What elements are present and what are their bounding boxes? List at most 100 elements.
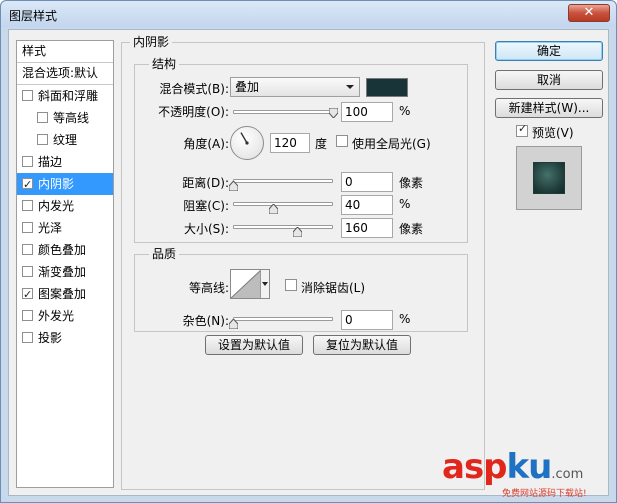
style-list: 样式 混合选项:默认 斜面和浮雕等高线纹理描边内阴影内发光光泽颜色叠加渐变叠加图… [16, 40, 114, 488]
style-item-checkbox[interactable] [22, 284, 33, 306]
style-item-checkbox[interactable] [22, 174, 33, 196]
style-item-checkbox[interactable] [22, 244, 33, 255]
blend-mode-select[interactable]: 叠加 [230, 77, 360, 97]
opacity-input[interactable]: 100 [341, 102, 393, 122]
blend-mode-value: 叠加 [235, 80, 260, 94]
style-item[interactable]: 内发光 [17, 195, 113, 217]
size-slider-handle[interactable] [292, 227, 302, 237]
style-item-checkbox[interactable] [37, 134, 48, 145]
choke-input[interactable]: 40 [341, 195, 393, 215]
choke-slider-handle[interactable] [268, 204, 278, 214]
style-item[interactable]: 内阴影 [17, 173, 113, 196]
opacity-unit: % [399, 104, 411, 118]
choke-unit: % [399, 197, 411, 211]
style-item-label: 外发光 [38, 309, 75, 323]
choke-label: 阻塞(C): [183, 199, 229, 213]
style-item[interactable]: 图案叠加 [17, 283, 113, 306]
ok-button[interactable]: 确定 [495, 41, 603, 61]
angle-label: 角度(A): [183, 137, 229, 151]
dialog-body: 样式 混合选项:默认 斜面和浮雕等高线纹理描边内阴影内发光光泽颜色叠加渐变叠加图… [8, 29, 609, 496]
preview-label: 预览(V) [532, 126, 574, 140]
window-title: 图层样式 [9, 9, 58, 23]
chevron-down-icon [346, 85, 354, 89]
noise-unit: % [399, 312, 411, 326]
style-item-checkbox[interactable] [22, 310, 33, 321]
inner-shadow-title: 内阴影 [130, 35, 173, 49]
global-light-checkbox[interactable] [336, 135, 348, 147]
blend-mode-label: 混合模式(B): [159, 82, 229, 96]
layer-style-dialog: 图层样式 ✕ 样式 混合选项:默认 斜面和浮雕等高线纹理描边内阴影内发光光泽颜色… [0, 0, 617, 503]
style-item-checkbox[interactable] [37, 112, 48, 123]
blending-options-item[interactable]: 混合选项:默认 [17, 63, 113, 85]
close-button[interactable]: ✕ [568, 4, 610, 22]
style-item-label: 描边 [38, 155, 63, 169]
make-default-button[interactable]: 设置为默认值 [205, 335, 303, 355]
distance-slider-track[interactable] [233, 179, 333, 183]
style-item[interactable]: 纹理 [17, 129, 113, 151]
style-item-label: 纹理 [53, 133, 78, 147]
style-item-checkbox[interactable] [22, 332, 33, 343]
angle-input[interactable]: 120 [270, 133, 310, 153]
style-item-checkbox[interactable] [22, 156, 33, 167]
style-preview [516, 146, 582, 210]
shadow-color-swatch[interactable] [366, 78, 408, 97]
new-style-button[interactable]: 新建样式(W)... [495, 98, 603, 118]
noise-label: 杂色(N): [182, 314, 229, 328]
contour-dropdown[interactable] [260, 270, 269, 298]
quality-group: 品质 等高线: 消除锯齿(L) 杂色(N): 0 % [134, 247, 468, 332]
style-items: 斜面和浮雕等高线纹理描边内阴影内发光光泽颜色叠加渐变叠加图案叠加外发光投影 [17, 85, 113, 349]
noise-slider-handle[interactable] [228, 319, 238, 329]
cancel-button[interactable]: 取消 [495, 70, 603, 90]
structure-title: 结构 [149, 57, 180, 71]
style-item-checkbox[interactable] [22, 200, 33, 211]
style-item[interactable]: 斜面和浮雕 [17, 85, 113, 107]
title-bar[interactable]: 图层样式 ✕ [1, 1, 616, 27]
angle-unit: 度 [315, 137, 328, 151]
style-item-label: 斜面和浮雕 [38, 89, 99, 103]
noise-input[interactable]: 0 [341, 310, 393, 330]
style-item[interactable]: 颜色叠加 [17, 239, 113, 261]
chevron-down-icon [262, 282, 268, 286]
preview-thumbnail [533, 162, 565, 194]
style-item[interactable]: 等高线 [17, 107, 113, 129]
styles-header[interactable]: 样式 [17, 41, 113, 63]
size-slider-track[interactable] [233, 225, 333, 229]
style-item[interactable]: 渐变叠加 [17, 261, 113, 283]
quality-title: 品质 [149, 247, 180, 261]
noise-slider-track[interactable] [233, 317, 333, 321]
size-input[interactable]: 160 [341, 218, 393, 238]
distance-unit: 像素 [399, 176, 424, 190]
opacity-slider-track[interactable] [233, 110, 333, 114]
style-item[interactable]: 外发光 [17, 305, 113, 327]
reset-default-button[interactable]: 复位为默认值 [313, 335, 411, 355]
style-item[interactable]: 投影 [17, 327, 113, 349]
style-item-checkbox[interactable] [22, 90, 33, 101]
contour-picker[interactable] [230, 269, 270, 299]
style-item-label: 渐变叠加 [38, 265, 87, 279]
distance-slider-handle[interactable] [228, 181, 238, 191]
anti-alias-label: 消除锯齿(L) [301, 281, 366, 295]
size-unit: 像素 [399, 222, 424, 236]
style-item-label: 颜色叠加 [38, 243, 87, 257]
size-label: 大小(S): [183, 222, 229, 236]
watermark-tagline: 免费网站源码下载站! [502, 489, 587, 499]
distance-input[interactable]: 0 [341, 172, 393, 192]
style-item-checkbox[interactable] [22, 222, 33, 233]
opacity-slider-handle[interactable] [328, 108, 338, 118]
style-item-label: 内阴影 [38, 177, 75, 191]
style-item-checkbox[interactable] [22, 266, 33, 277]
choke-slider-track[interactable] [233, 202, 333, 206]
opacity-label: 不透明度(O): [158, 105, 229, 119]
anti-alias-checkbox[interactable] [285, 279, 297, 291]
global-light-label: 使用全局光(G) [352, 137, 431, 151]
angle-dial[interactable] [230, 126, 264, 160]
structure-group: 结构 混合模式(B): 叠加 不透明度(O): 100 % 角度(A): 120… [134, 57, 468, 243]
style-item-label: 投影 [38, 331, 63, 345]
preview-checkbox[interactable] [516, 122, 528, 137]
style-item[interactable]: 光泽 [17, 217, 113, 239]
linear-contour-icon [231, 270, 261, 298]
style-item[interactable]: 描边 [17, 151, 113, 173]
angle-needle-icon [240, 132, 249, 145]
style-item-label: 内发光 [38, 199, 75, 213]
contour-label: 等高线: [188, 281, 229, 295]
